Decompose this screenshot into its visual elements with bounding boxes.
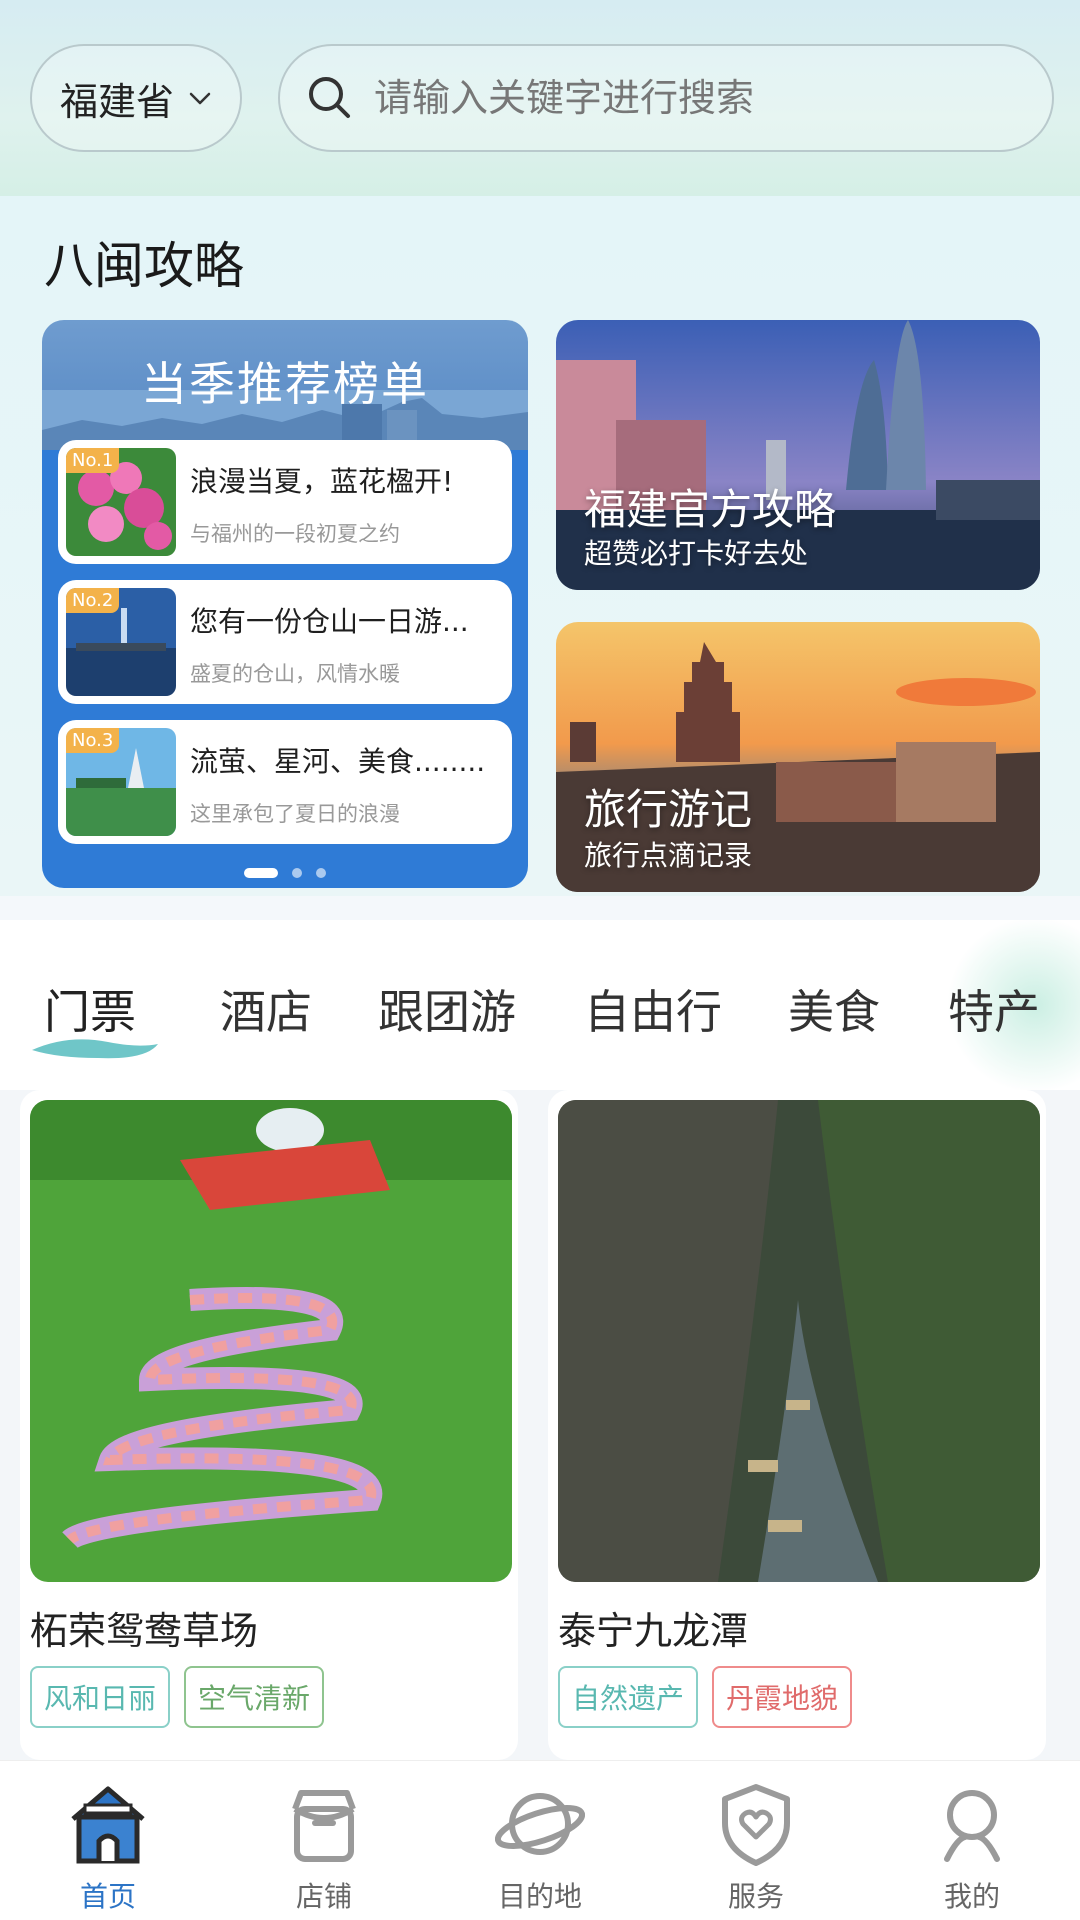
product-list: 柘荣鸳鸯草场 风和日丽 空气清新 泰宁九龙潭 自然遗产 丹霞地貌 <box>0 1090 1080 1760</box>
chevron-down-icon <box>189 92 211 105</box>
product-tags: 风和日丽 空气清新 <box>30 1666 325 1728</box>
ranking-card[interactable]: 当季推荐榜单 No.1 浪漫当夏，蓝花楹开! 与福州的一段初夏之约 No.2 您… <box>42 320 528 888</box>
ranking-item[interactable]: No.2 您有一份仓山一日游... 盛夏的仓山，风情水暖 <box>58 580 512 704</box>
province-label: 福建省 <box>59 79 174 124</box>
carousel-dot-active <box>244 868 278 878</box>
nav-destination[interactable]: 目的地 <box>432 1769 648 1919</box>
carousel-indicator <box>42 868 528 878</box>
section-title: 八闽攻略 <box>44 237 244 295</box>
nav-label: 首页 <box>79 1880 136 1913</box>
nav-label: 我的 <box>943 1880 1000 1913</box>
product-card[interactable]: 柘荣鸳鸯草场 风和日丽 空气清新 <box>20 1090 518 1760</box>
ranking-item-title: 浪漫当夏，蓝花楹开! <box>190 465 454 498</box>
planet-icon <box>495 1793 585 1855</box>
nav-store[interactable]: 店铺 <box>216 1769 432 1919</box>
ranking-item-title: 流萤、星河、美食........ <box>190 745 486 778</box>
guides-section: 八闽攻略 当季推荐榜单 No.1 浪漫当夏，蓝花楹开! 与福州的一段初夏之约 N… <box>0 196 1080 896</box>
canyon-river-image <box>558 1100 1040 1582</box>
orchid-thumbnail: No.1 <box>66 448 176 556</box>
ranking-item-subtitle: 这里承包了夏日的浪漫 <box>190 802 400 826</box>
promo-subtitle: 超赞必打卡好去处 <box>584 537 809 570</box>
promo-subtitle: 旅行点滴记录 <box>584 839 753 872</box>
ranking-item-title: 您有一份仓山一日游... <box>190 605 469 638</box>
product-tag: 自然遗产 <box>558 1666 699 1728</box>
ranking-title: 当季推荐榜单 <box>141 357 429 411</box>
tab-free-travel[interactable]: 自由行 <box>584 976 722 1042</box>
product-tags: 自然遗产 丹霞地貌 <box>558 1666 853 1728</box>
header: 福建省 <box>0 0 1080 196</box>
product-tag: 空气清新 <box>184 1666 325 1728</box>
rank-badge: No.2 <box>66 588 120 613</box>
product-card[interactable]: 泰宁九龙潭 自然遗产 丹霞地貌 <box>548 1090 1046 1760</box>
rank-badge: No.3 <box>66 728 120 753</box>
ranking-item[interactable]: No.3 流萤、星河、美食........ 这里承包了夏日的浪漫 <box>58 720 512 844</box>
category-tabs: 门票 酒店 跟团游 自由行 美食 特产 <box>0 920 1080 1090</box>
travel-notes-card[interactable]: 旅行游记 旅行点滴记录 <box>556 622 1040 892</box>
carousel-dot <box>292 868 302 878</box>
product-tag: 风和日丽 <box>30 1666 171 1728</box>
search-bar[interactable] <box>278 44 1054 152</box>
ranking-item-subtitle: 与福州的一段初夏之约 <box>190 522 400 546</box>
nav-mine[interactable]: 我的 <box>864 1769 1080 1919</box>
garden-thumbnail: No.3 <box>66 728 176 836</box>
promo-title: 福建官方攻略 <box>584 485 837 534</box>
product-name: 泰宁九龙潭 <box>558 1609 749 1653</box>
shield-heart-icon <box>722 1784 790 1866</box>
ranking-item-subtitle: 盛夏的仓山，风情水暖 <box>190 662 400 686</box>
carousel-dot <box>316 868 326 878</box>
lake-thumbnail: No.2 <box>66 588 176 696</box>
nav-label: 目的地 <box>497 1880 582 1913</box>
official-guide-card[interactable]: 福建官方攻略 超赞必打卡好去处 <box>556 320 1040 590</box>
product-tag: 丹霞地貌 <box>712 1666 853 1728</box>
tab-group-tour[interactable]: 跟团游 <box>378 976 516 1042</box>
promo-title: 旅行游记 <box>584 785 753 834</box>
tab-food[interactable]: 美食 <box>788 976 880 1042</box>
store-icon <box>292 1790 356 1862</box>
nav-label: 店铺 <box>295 1880 352 1913</box>
product-name: 柘荣鸳鸯草场 <box>30 1609 259 1653</box>
province-selector[interactable]: 福建省 <box>30 44 242 152</box>
nav-home[interactable]: 首页 <box>0 1769 216 1919</box>
nav-label: 服务 <box>727 1880 784 1913</box>
ranking-item[interactable]: No.1 浪漫当夏，蓝花楹开! 与福州的一段初夏之约 <box>58 440 512 564</box>
tab-specialty[interactable]: 特产 <box>948 976 1040 1042</box>
nav-service[interactable]: 服务 <box>648 1769 864 1919</box>
rank-badge: No.1 <box>66 448 120 473</box>
user-icon <box>944 1790 1000 1862</box>
tab-tickets[interactable]: 门票 <box>44 976 136 1042</box>
search-input[interactable] <box>374 76 1014 120</box>
search-icon <box>309 77 350 118</box>
home-icon <box>71 1786 145 1864</box>
grassland-image <box>30 1100 512 1582</box>
bottom-navigation: 首页 店铺 目的地 服务 我的 <box>0 1760 1080 1920</box>
tab-hotel[interactable]: 酒店 <box>220 976 312 1042</box>
